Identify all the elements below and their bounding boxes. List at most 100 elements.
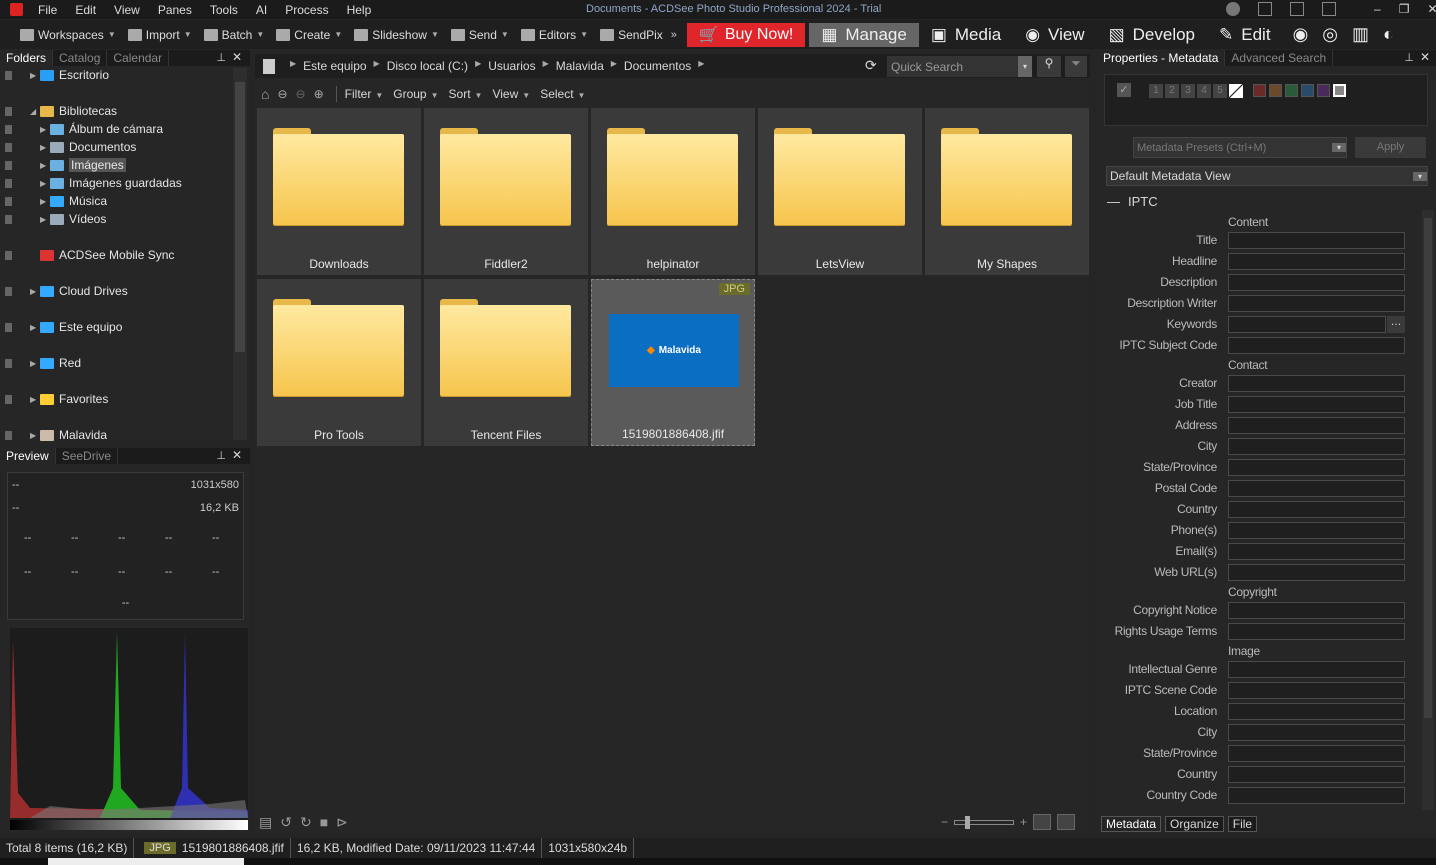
folder-thumbnail[interactable]: Fiddler2 — [424, 108, 588, 275]
toolbar-import-button[interactable]: Import ▼ — [122, 28, 198, 42]
expand-arrow-icon[interactable]: ▶ — [40, 125, 50, 134]
menu-edit[interactable]: Edit — [66, 3, 105, 17]
tab-folders[interactable]: Folders — [0, 50, 54, 66]
breadcrumb-item[interactable]: Disco local (C:) — [387, 59, 468, 73]
breadcrumb-separator-icon[interactable]: ▶ — [374, 59, 380, 73]
tab-calendar[interactable]: Calendar — [107, 50, 170, 66]
tree-item[interactable]: ▶ Documentos — [0, 138, 136, 156]
metadata-input[interactable] — [1228, 232, 1405, 249]
toolbar-create-button[interactable]: Create ▼ — [270, 28, 348, 42]
menu-tools[interactable]: Tools — [201, 3, 247, 17]
close-panel-icon[interactable]: ✕ — [232, 448, 242, 462]
breadcrumb-item[interactable]: Documentos — [624, 59, 691, 73]
image-thumbnail[interactable]: JPG ◆ Malavida 1519801886408.jfif — [591, 279, 755, 446]
tree-item[interactable]: ▶ Vídeos — [0, 210, 106, 228]
tree-item[interactable]: ▶ Escritorio — [0, 66, 109, 84]
pin-icon[interactable]: ⊥ — [216, 449, 226, 462]
metadata-input[interactable] — [1228, 703, 1405, 720]
expand-arrow-icon[interactable]: ▶ — [40, 215, 50, 224]
color-label[interactable] — [1269, 84, 1282, 97]
filter-select-menu[interactable]: Select ▼ — [540, 87, 585, 101]
details-view-icon[interactable] — [1057, 814, 1076, 830]
quick-search-input[interactable]: Quick Search ▾ — [887, 56, 1032, 77]
rating-3[interactable]: 3 — [1181, 84, 1195, 98]
tree-item[interactable]: ACDSee Mobile Sync — [0, 246, 174, 264]
filter-view-menu[interactable]: View ▼ — [492, 87, 530, 101]
filter-icon[interactable]: ⏷ — [1065, 56, 1087, 77]
breadcrumb-separator-icon[interactable]: ▶ — [543, 59, 549, 73]
color-label[interactable] — [1317, 84, 1330, 97]
folder-thumbnail[interactable]: helpinator — [591, 108, 755, 275]
thumbnail-size-slider[interactable] — [954, 815, 1015, 829]
metadata-input[interactable] — [1228, 543, 1405, 560]
close-panel-icon[interactable]: ✕ — [1420, 50, 1430, 64]
refresh-icon[interactable]: ⟳ — [865, 57, 877, 74]
menu-ai[interactable]: AI — [247, 3, 276, 17]
dashboard-icon[interactable]: ▥ — [1352, 24, 1369, 45]
expand-arrow-icon[interactable]: ▶ — [30, 395, 40, 404]
zoom-out-button[interactable]: − — [941, 815, 948, 829]
color-label[interactable] — [1253, 84, 1266, 97]
metadata-input[interactable] — [1228, 623, 1405, 640]
search-icon[interactable]: ⚲ — [1037, 56, 1061, 77]
toolbar-batch-button[interactable]: Batch ▼ — [198, 28, 271, 42]
toolbar-send-button[interactable]: Send ▼ — [445, 28, 515, 42]
metadata-input[interactable] — [1228, 522, 1405, 539]
rating-1[interactable]: 1 — [1149, 84, 1163, 98]
slideshow-icon[interactable]: ⊳ — [336, 814, 348, 831]
metadata-input[interactable] — [1228, 766, 1405, 783]
rating-2[interactable]: 2 — [1165, 84, 1179, 98]
tag-checkbox[interactable]: ✓ — [1117, 83, 1131, 97]
metadata-input[interactable] — [1228, 459, 1405, 476]
expand-arrow-icon[interactable]: ▶ — [30, 71, 40, 80]
luxea-icon[interactable]: ◐ — [1383, 24, 1394, 45]
layout-right-icon[interactable] — [1322, 2, 1336, 16]
tab-catalog[interactable]: Catalog — [53, 50, 108, 66]
rating-5[interactable]: 5 — [1213, 84, 1227, 98]
people-icon[interactable]: ◉ — [1293, 24, 1309, 45]
expand-arrow-icon[interactable]: ▶ — [40, 161, 50, 170]
menu-view[interactable]: View — [105, 3, 149, 17]
restore-button[interactable]: ❐ — [1399, 2, 1410, 16]
mode-manage[interactable]: ▦ Manage — [809, 22, 919, 47]
metadata-input[interactable] — [1228, 501, 1405, 518]
folder-thumbnail[interactable]: Tencent Files — [424, 279, 588, 446]
metadata-input[interactable] — [1228, 745, 1405, 762]
expand-arrow-icon[interactable]: ▶ — [40, 143, 50, 152]
folder-thumbnail[interactable]: My Shapes — [925, 108, 1089, 275]
overflow-icon[interactable]: » — [671, 29, 677, 41]
color-label[interactable] — [1333, 84, 1346, 97]
metadata-input[interactable] — [1228, 253, 1405, 270]
mode-view[interactable]: ◉ View — [1013, 23, 1096, 47]
365-icon[interactable]: ◎ — [1322, 24, 1338, 45]
forward-icon[interactable]: ⊖ — [296, 87, 306, 101]
menu-help[interactable]: Help — [338, 3, 381, 17]
tree-scrollbar[interactable] — [233, 68, 247, 440]
mode-edit[interactable]: ✎ Edit — [1207, 23, 1283, 47]
toolbar-workspaces-button[interactable]: Workspaces ▼ — [14, 28, 122, 42]
breadcrumb-item[interactable]: Usuarios — [488, 59, 535, 73]
account-icon[interactable] — [1226, 2, 1240, 16]
layout-bottom-icon[interactable] — [1290, 2, 1304, 16]
expand-arrow-icon[interactable]: ◢ — [30, 107, 40, 116]
expand-arrow-icon[interactable]: ▶ — [30, 431, 40, 440]
filter-group-menu[interactable]: Group ▼ — [393, 87, 438, 101]
toolbar-editors-button[interactable]: Editors ▼ — [515, 28, 594, 42]
zoom-in-button[interactable]: + — [1020, 815, 1027, 829]
tab-metadata[interactable]: Metadata — [1101, 816, 1162, 832]
expand-arrow-icon[interactable]: ▶ — [30, 323, 40, 332]
metadata-input[interactable] — [1228, 337, 1405, 354]
toolbar-sendpix-button[interactable]: SendPix — [594, 28, 669, 42]
tree-item[interactable]: ▶ Cloud Drives — [0, 282, 128, 300]
metadata-input[interactable] — [1228, 438, 1405, 455]
mode-develop[interactable]: ▧ Develop — [1097, 23, 1207, 47]
layout-left-icon[interactable] — [1258, 2, 1272, 16]
tree-item[interactable]: ▶ Álbum de cámara — [0, 120, 163, 138]
tree-item[interactable]: ▶ Música — [0, 192, 107, 210]
breadcrumb-item[interactable]: Malavida — [556, 59, 604, 73]
clear-rating-icon[interactable] — [1229, 84, 1243, 98]
metadata-input[interactable] — [1228, 787, 1405, 804]
breadcrumb-item[interactable]: Este equipo — [303, 59, 366, 73]
search-dropdown-icon[interactable]: ▾ — [1018, 56, 1032, 77]
mode-media[interactable]: ▣ Media — [919, 23, 1013, 47]
